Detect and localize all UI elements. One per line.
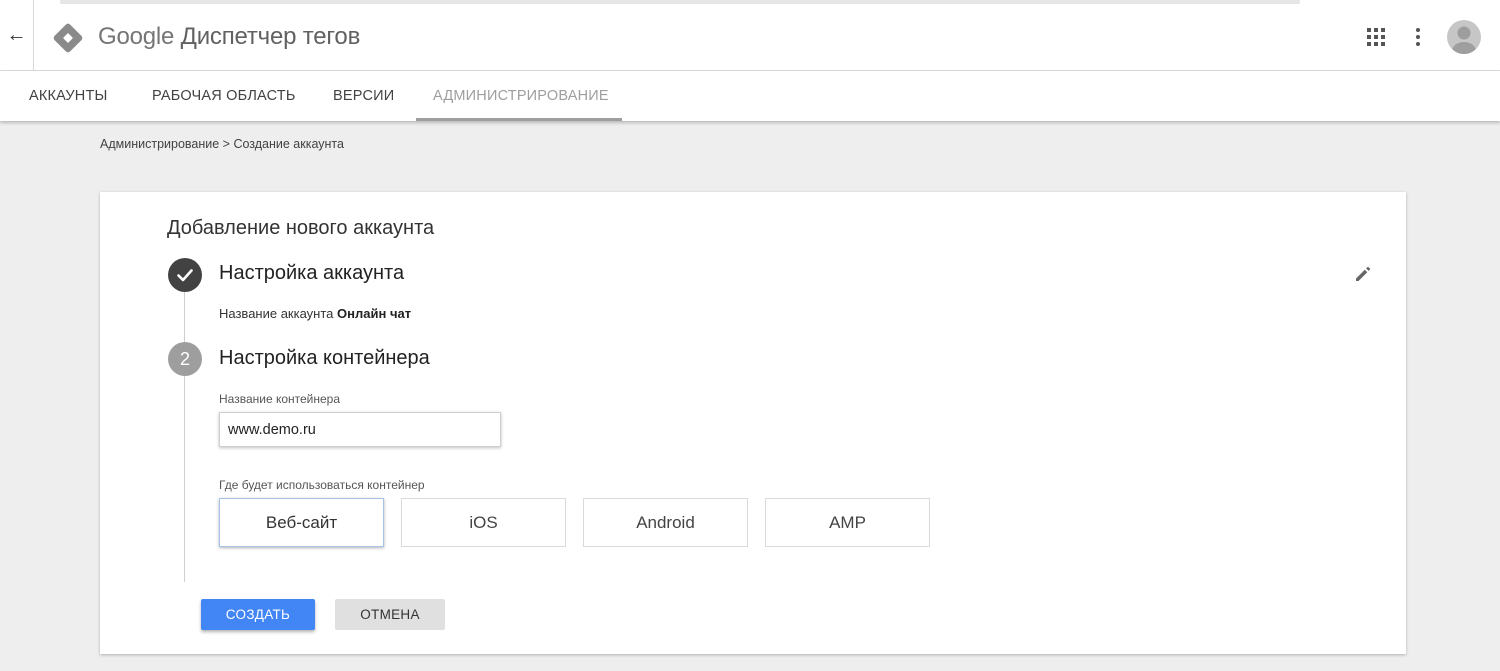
- platform-website-button[interactable]: Веб-сайт: [219, 498, 384, 547]
- account-name-summary: Название аккаунта Онлайн чат: [219, 306, 411, 321]
- logo-google-text: Google: [98, 23, 175, 50]
- account-name-value: Онлайн чат: [337, 306, 412, 321]
- new-account-card: Добавление нового аккаунта Настройка акк…: [100, 192, 1406, 654]
- step2-number-badge: 2: [168, 342, 202, 376]
- tab-admin[interactable]: АДМИНИСТРИРОВАНИЕ: [433, 71, 609, 121]
- logo-product-text: Диспетчер тегов: [180, 23, 361, 50]
- platform-ios-button[interactable]: iOS: [401, 498, 566, 547]
- platform-label: Где будет использоваться контейнер: [219, 478, 425, 492]
- platform-android-button[interactable]: Android: [583, 498, 748, 547]
- avatar-person-icon: [1452, 26, 1476, 54]
- account-avatar[interactable]: [1447, 20, 1481, 54]
- active-tab-indicator: [416, 118, 622, 121]
- tag-manager-logo-icon: [53, 23, 83, 53]
- stepper-line: [184, 282, 185, 582]
- more-vert-icon[interactable]: [1409, 27, 1427, 47]
- breadcrumb: Администрирование > Создание аккаунта: [100, 137, 344, 151]
- platform-amp-button[interactable]: AMP: [765, 498, 930, 547]
- create-button[interactable]: СОЗДАТЬ: [201, 599, 315, 630]
- container-name-label: Название контейнера: [219, 392, 341, 406]
- back-arrow-icon[interactable]: ←: [0, 0, 34, 71]
- account-name-label: Название аккаунта: [219, 306, 334, 321]
- app-header: ← Google Диспетчер тегов: [0, 0, 1500, 71]
- apps-grid-icon[interactable]: [1366, 27, 1386, 47]
- container-name-input[interactable]: [219, 412, 501, 447]
- product-title: Google Диспетчер тегов: [98, 23, 360, 51]
- step1-title[interactable]: Настройка аккаунта: [219, 262, 404, 285]
- step2-title: Настройка контейнера: [219, 347, 430, 369]
- tab-workspace[interactable]: РАБОЧАЯ ОБЛАСТЬ: [152, 71, 296, 121]
- top-scroll-strip: [60, 0, 1300, 4]
- cancel-button[interactable]: ОТМЕНА: [335, 599, 445, 630]
- tab-accounts[interactable]: АККАУНТЫ: [29, 71, 108, 121]
- check-icon: [177, 269, 193, 282]
- page-title: Добавление нового аккаунта: [167, 217, 435, 239]
- main-tabs: АККАУНТЫ РАБОЧАЯ ОБЛАСТЬ ВЕРСИИ АДМИНИСТ…: [0, 71, 1500, 121]
- edit-pencil-icon[interactable]: [1354, 265, 1372, 283]
- step1-done-badge: [168, 258, 202, 292]
- tab-versions[interactable]: ВЕРСИИ: [333, 71, 394, 121]
